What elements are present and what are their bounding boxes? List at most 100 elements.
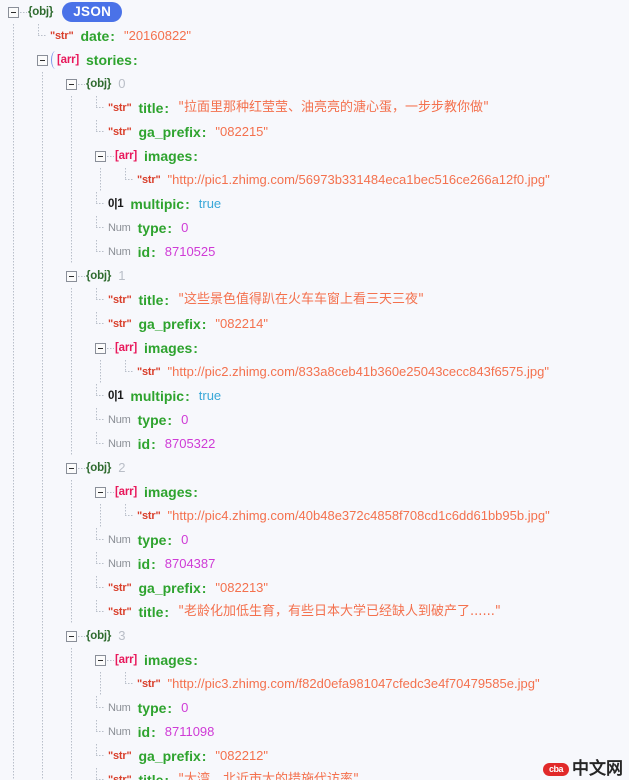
- collapse-toggle-icon[interactable]: [37, 54, 48, 66]
- tree-indent: [0, 264, 66, 288]
- tree-row[interactable]: "str" ga_prefix: "082214": [0, 312, 629, 336]
- tree-row[interactable]: Num type:0: [0, 528, 629, 552]
- type-badge-number: Num: [108, 438, 131, 450]
- tree-row[interactable]: [arr] stories:: [0, 48, 629, 72]
- tree-row[interactable]: "str" ga_prefix: "082212": [0, 744, 629, 768]
- tree-row[interactable]: "str" title: "老龄化加低生育，有些日本大学已经缺人到破产了......…: [0, 600, 629, 624]
- property-value: true: [198, 196, 222, 211]
- branch-connector-icon: [78, 467, 85, 469]
- type-badge-string: "str": [137, 174, 161, 186]
- key-colon: :: [164, 100, 170, 116]
- tree-row[interactable]: "str" "http://pic2.zhimg.com/833a8ceb41b3…: [0, 360, 629, 384]
- collapse-toggle-icon[interactable]: [66, 270, 77, 282]
- tree-row[interactable]: "str" title: "拉面里那种红莹莹、油亮亮的溏心蛋，一步步教你做": [0, 96, 629, 120]
- tree-indent: [0, 552, 95, 576]
- tree-row[interactable]: {obj} 0: [0, 72, 629, 96]
- type-badge-number: Num: [108, 534, 131, 546]
- array-index: 0: [118, 76, 126, 91]
- collapse-toggle-icon[interactable]: [8, 6, 19, 18]
- tree-row[interactable]: 0|1 multipic: true: [0, 384, 629, 408]
- collapse-toggle-icon[interactable]: [66, 78, 77, 90]
- watermark-badge: cba: [542, 763, 569, 776]
- json-root-badge[interactable]: JSON: [62, 1, 123, 23]
- tree-indent: [0, 480, 95, 504]
- collapse-toggle-icon[interactable]: [95, 342, 106, 354]
- tree-row[interactable]: {obj} 2: [0, 456, 629, 480]
- branch-connector-icon: [107, 491, 114, 493]
- type-badge-boolean: 0|1: [108, 390, 124, 402]
- key-colon: :: [185, 388, 190, 404]
- tree-row[interactable]: "str" title: "这些景色值得趴在火车车窗上看三天三夜": [0, 288, 629, 312]
- tree-indent: [0, 672, 124, 696]
- collapse-toggle-icon[interactable]: [66, 630, 77, 642]
- property-value: "http://pic3.zhimg.com/f82d0efa981047cfe…: [167, 676, 540, 691]
- key-colon: :: [164, 772, 170, 780]
- property-key: ga_prefix: [138, 124, 201, 140]
- leaf-connector-icon: [95, 720, 108, 744]
- tree-row[interactable]: "str" title: "大湾、北近市太的措施代访率": [0, 768, 629, 780]
- collapse-toggle-icon[interactable]: [66, 462, 77, 474]
- property-key: type: [137, 412, 167, 428]
- tree-row[interactable]: Num type:0: [0, 696, 629, 720]
- tree-row[interactable]: Num type:0: [0, 408, 629, 432]
- tree-row[interactable]: "str" date: "20160822": [0, 24, 629, 48]
- leaf-connector-icon: [95, 312, 108, 336]
- tree-indent: [0, 216, 95, 240]
- property-value: 8710525: [164, 244, 216, 259]
- property-value: "082215": [215, 124, 269, 139]
- type-badge-string: "str": [108, 102, 132, 114]
- tree-indent: [0, 240, 95, 264]
- tree-row[interactable]: {obj} JSON: [0, 0, 629, 24]
- tree-row[interactable]: {obj} 3: [0, 624, 629, 648]
- tree-row[interactable]: [arr] images:: [0, 648, 629, 672]
- tree-indent: [0, 744, 95, 768]
- tree-row[interactable]: Num type:0: [0, 216, 629, 240]
- tree-row[interactable]: Num id:8705322: [0, 432, 629, 456]
- tree-row[interactable]: Num id:8711098: [0, 720, 629, 744]
- property-key: id: [137, 556, 151, 572]
- tree-row[interactable]: "str" "http://pic4.zhimg.com/40b48e372c48…: [0, 504, 629, 528]
- property-key: id: [137, 436, 151, 452]
- array-index: 3: [118, 628, 126, 643]
- tree-row[interactable]: [arr] images:: [0, 144, 629, 168]
- key-colon: :: [164, 604, 170, 620]
- property-key: title: [138, 292, 164, 308]
- tree-row[interactable]: [arr] images:: [0, 480, 629, 504]
- key-colon: :: [151, 724, 156, 740]
- tree-row[interactable]: "str" "http://pic3.zhimg.com/f82d0efa9810…: [0, 672, 629, 696]
- type-badge-number: Num: [108, 222, 131, 234]
- type-badge-object: {obj}: [86, 630, 112, 642]
- property-key: type: [137, 532, 167, 548]
- tree-row[interactable]: "str" ga_prefix: "082215": [0, 120, 629, 144]
- watermark-text: 中文网: [572, 759, 623, 779]
- key-colon: :: [151, 556, 156, 572]
- leaf-connector-icon: [124, 672, 137, 696]
- type-badge-array: [arr]: [115, 342, 138, 354]
- tree-row[interactable]: 0|1 multipic: true: [0, 192, 629, 216]
- type-badge-string: "str": [50, 30, 74, 42]
- property-key: multipic: [130, 196, 185, 212]
- collapse-toggle-icon[interactable]: [95, 486, 106, 498]
- tree-row[interactable]: "str" "http://pic1.zhimg.com/56973b331484…: [0, 168, 629, 192]
- type-badge-number: Num: [108, 246, 131, 258]
- tree-indent: [0, 408, 95, 432]
- tree-row[interactable]: Num id:8710525: [0, 240, 629, 264]
- tree-row[interactable]: {obj} 1: [0, 264, 629, 288]
- type-badge-boolean: 0|1: [108, 198, 124, 210]
- property-value: true: [198, 388, 222, 403]
- property-value: 0: [181, 532, 189, 547]
- tree-row[interactable]: "str" ga_prefix: "082213": [0, 576, 629, 600]
- property-value: "20160822": [123, 28, 192, 43]
- tree-row[interactable]: Num id:8704387: [0, 552, 629, 576]
- leaf-connector-icon: [95, 408, 108, 432]
- leaf-connector-icon: [95, 744, 108, 768]
- leaf-connector-icon: [124, 504, 137, 528]
- type-badge-string: "str": [137, 510, 161, 522]
- property-value: 0: [181, 412, 189, 427]
- tree-row[interactable]: [arr] images:: [0, 336, 629, 360]
- leaf-connector-icon: [95, 216, 108, 240]
- property-key: stories: [86, 52, 132, 68]
- collapse-toggle-icon[interactable]: [95, 150, 106, 162]
- tree-indent: [0, 600, 95, 624]
- collapse-toggle-icon[interactable]: [95, 654, 106, 666]
